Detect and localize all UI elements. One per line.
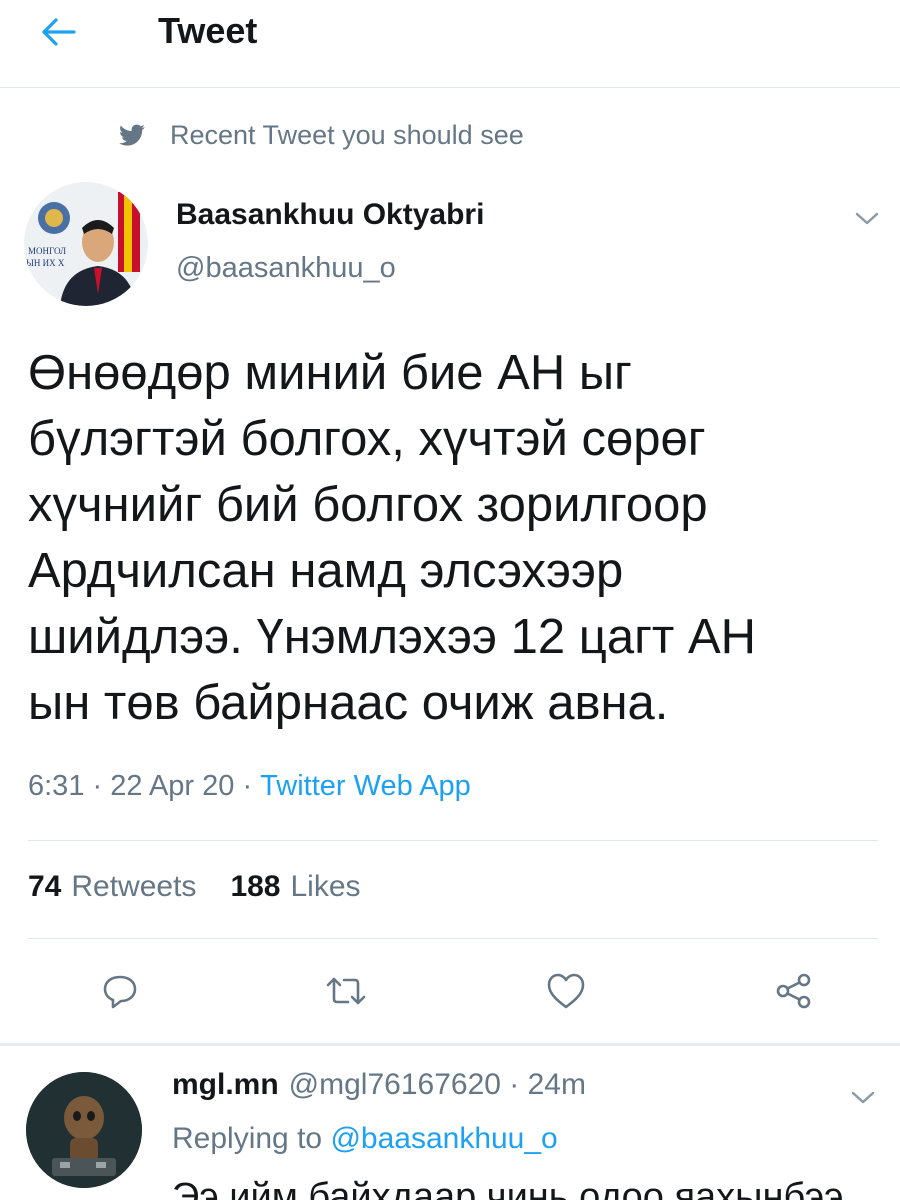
tweet-stats: 74 Retweets 188 Likes (28, 870, 361, 904)
retweet-icon (326, 977, 366, 1005)
author-handle[interactable]: @baasankhuu_o (176, 252, 396, 285)
heart-icon (547, 973, 585, 1009)
avatar-text-2: ЫН ИХ Х (26, 258, 65, 268)
avatar-image (26, 1072, 142, 1188)
author-avatar[interactable]: МОНГОЛ ЫН ИХ Х (24, 182, 148, 306)
reply-icon (103, 975, 137, 1009)
divider (28, 938, 878, 939)
tweet-source-link[interactable]: Twitter Web App (260, 770, 471, 803)
retweet-button[interactable] (318, 966, 374, 1016)
tweet-menu-button[interactable] (852, 206, 882, 230)
author-name[interactable]: Baasankhuu Oktyabri (176, 198, 484, 232)
replying-to: Replying to @baasankhuu_o (172, 1122, 558, 1156)
page-title: Tweet (158, 10, 258, 51)
retweets-label[interactable]: Retweets (71, 870, 196, 904)
likes-count[interactable]: 188 (230, 870, 280, 904)
reply-author-avatar[interactable] (26, 1072, 142, 1188)
back-arrow-icon (42, 18, 76, 46)
meta-separator: · (234, 770, 261, 802)
reply-menu-button[interactable] (848, 1085, 878, 1109)
share-button[interactable] (766, 966, 822, 1016)
replying-to-label: Replying to (172, 1122, 323, 1155)
tweet-date: 22 Apr 20 (110, 770, 235, 802)
section-separator (0, 1043, 900, 1046)
meta-separator: · (84, 770, 111, 802)
tweet-text: Өнөөдөр миний бие АН ыг бүлэгтэй болгох,… (28, 346, 757, 730)
back-button[interactable] (36, 12, 80, 52)
like-button[interactable] (538, 966, 594, 1016)
recent-tweet-label: Recent Tweet you should see (118, 120, 524, 151)
reply-text: Ээ ийм байхдаар чинь одоо яахынбээ (172, 1176, 844, 1200)
reply-author-handle[interactable]: @mgl76167620 (289, 1068, 501, 1102)
chevron-down-icon (851, 1091, 875, 1104)
likes-label[interactable]: Likes (291, 870, 361, 904)
reply-header: mgl.mn @mgl76167620 · 24m (172, 1068, 586, 1102)
tweet-actions (0, 960, 900, 1020)
reply-author-name[interactable]: mgl.mn (172, 1068, 279, 1102)
replying-to-link[interactable]: @baasankhuu_o (330, 1122, 557, 1155)
retweets-count[interactable]: 74 (28, 870, 61, 904)
avatar-text-1: МОНГОЛ (28, 246, 66, 256)
tweet-meta: 6:31 · 22 Apr 20 · Twitter Web App (28, 770, 471, 803)
twitter-bird-icon (119, 124, 145, 146)
reply-time: 24m (527, 1068, 586, 1101)
chevron-down-icon (855, 212, 879, 225)
avatar-image: МОНГОЛ ЫН ИХ Х (24, 182, 148, 306)
meta-separator: · (500, 1068, 528, 1101)
reply-button[interactable] (92, 966, 148, 1016)
tweet-time: 6:31 (28, 770, 85, 802)
top-bar: Tweet (0, 0, 900, 88)
recent-tweet-text: Recent Tweet you should see (170, 120, 524, 150)
divider (28, 840, 878, 841)
share-icon (776, 973, 811, 1009)
